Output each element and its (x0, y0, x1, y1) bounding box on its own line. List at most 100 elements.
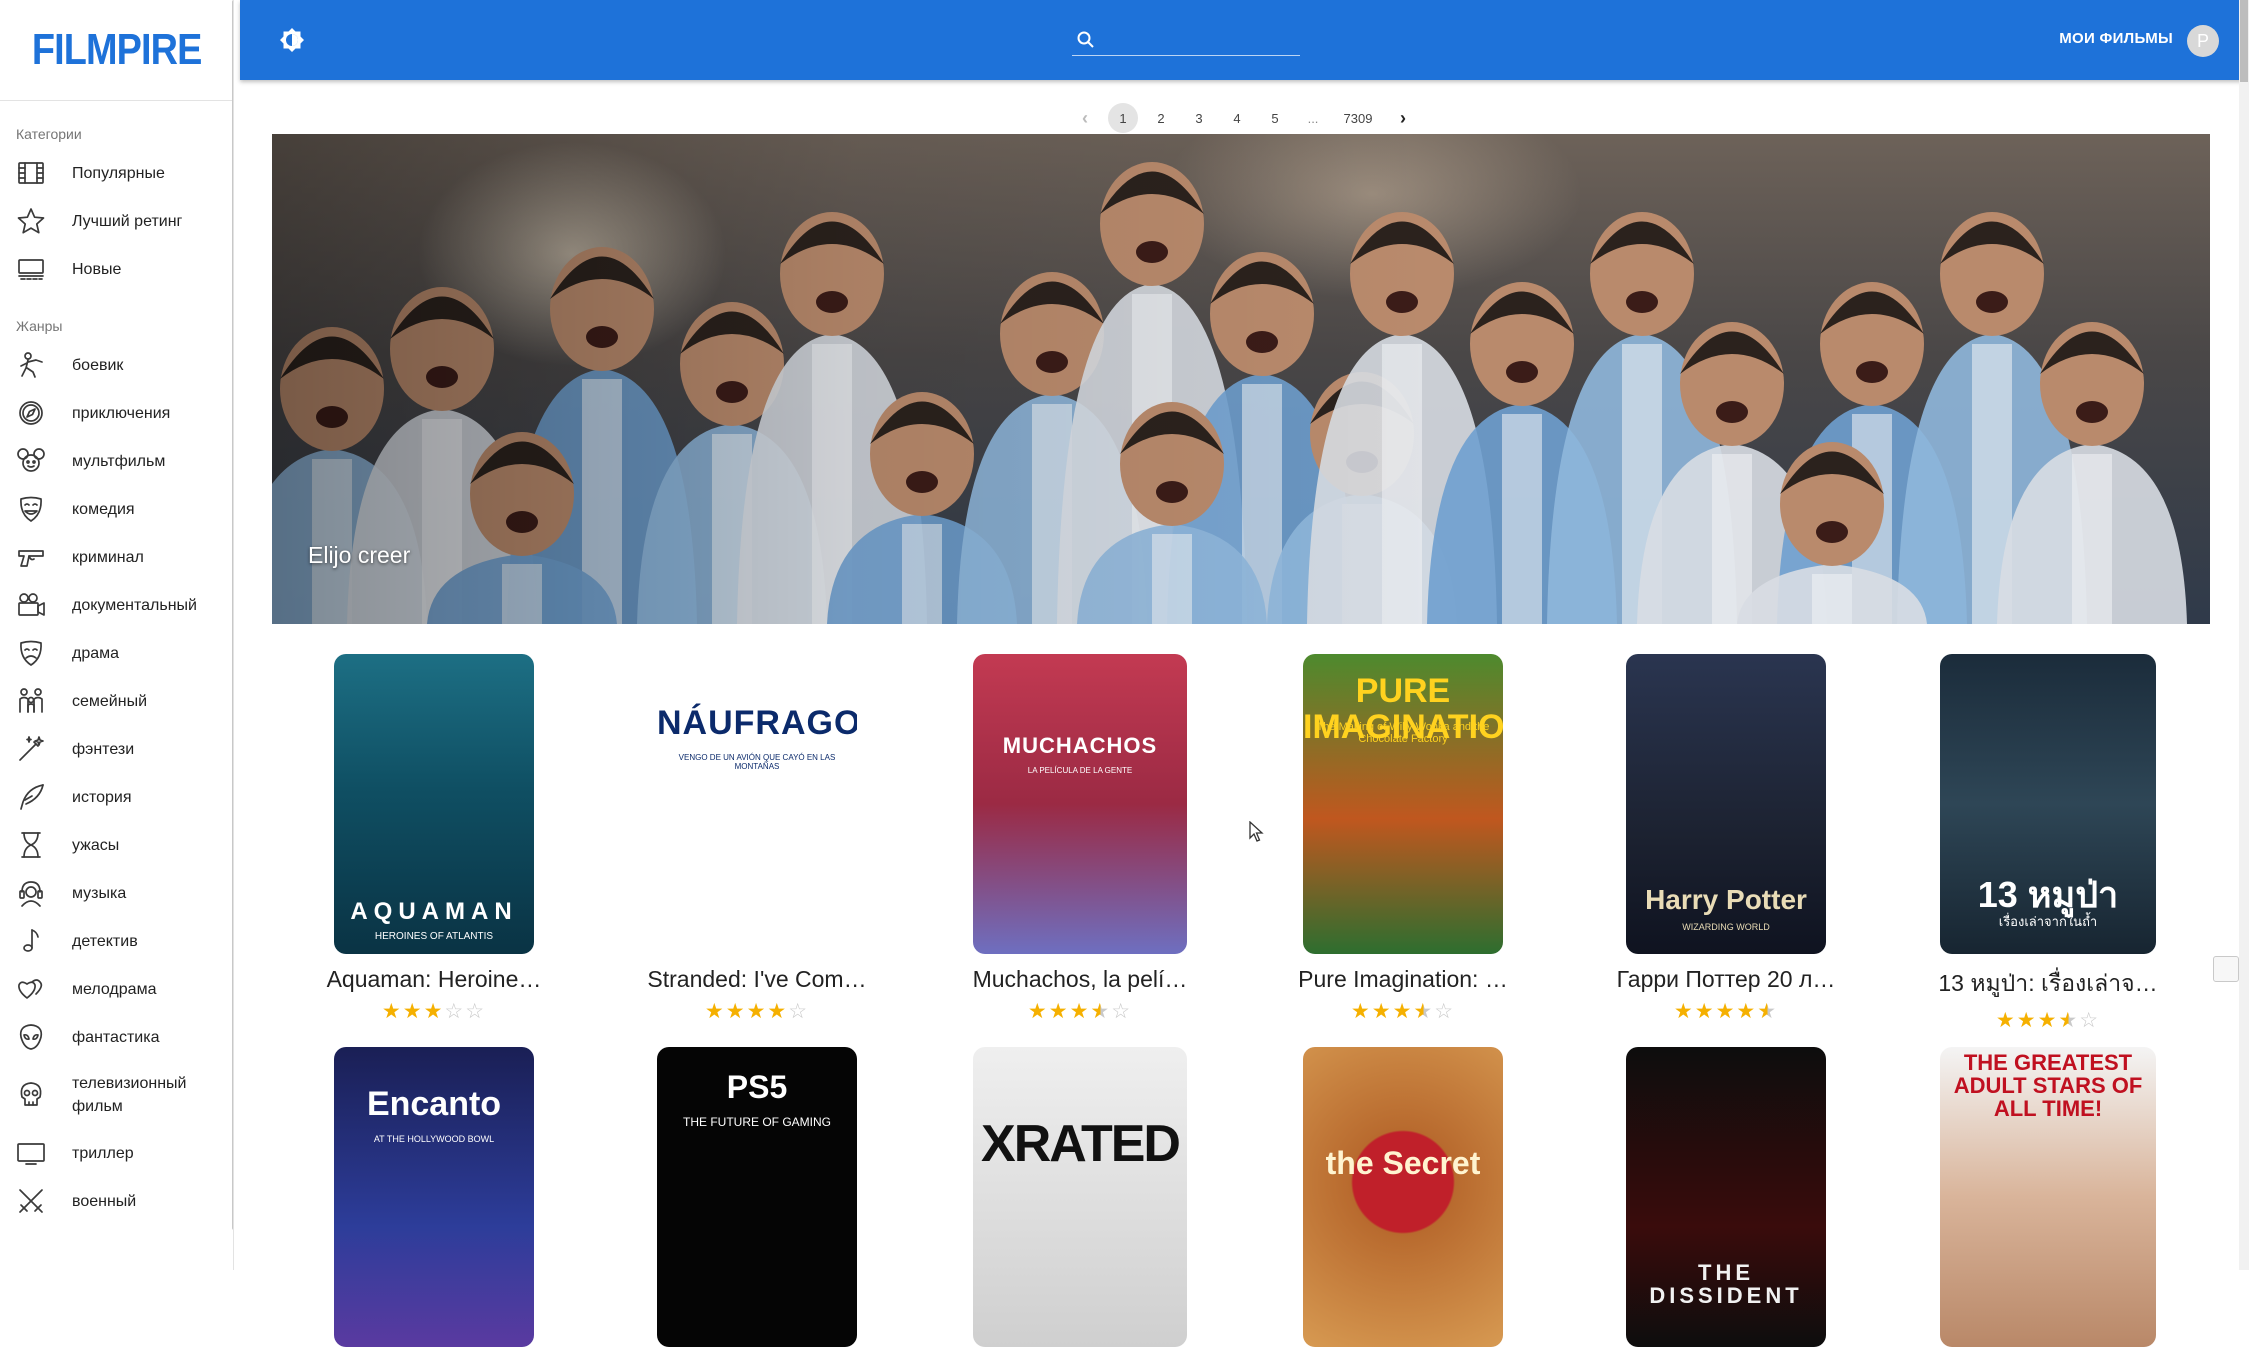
page-button[interactable]: 1 (1108, 103, 1138, 133)
sidebar-item-melodrama[interactable]: мелодрама (0, 965, 233, 1013)
sidebar-item-adventure[interactable]: приключения (0, 389, 233, 437)
movie-card[interactable]: NÁUFRAGOS VENGO DE UN AVIÓN QUE CAYÓ EN L… (607, 654, 907, 1025)
movie-poster[interactable]: XRATED (973, 1047, 1187, 1347)
next-page-button[interactable]: › (1388, 103, 1418, 133)
sidebar-item-label: Популярные (72, 164, 165, 182)
page-button[interactable]: 2 (1146, 103, 1176, 133)
poster-title: Harry Potter (1645, 883, 1807, 915)
page-scrollbar[interactable] (2239, 0, 2249, 1270)
movie-card[interactable]: XRATED (930, 1047, 1230, 1347)
mouse-cursor (1249, 821, 1264, 842)
sidebar-item-label: документальный (72, 596, 197, 614)
search-input[interactable] (1106, 26, 1296, 54)
sidebar-item-action[interactable]: боевик (0, 341, 233, 389)
sidebar-item-label: Новые (72, 260, 122, 278)
search-bar (1072, 24, 1300, 56)
page-scrollbar-thumb[interactable] (2240, 0, 2248, 82)
poster-title: PS5 (726, 1069, 788, 1105)
sidebar-item-fantasy[interactable]: фэнтези (0, 725, 233, 773)
pagination: ‹ 1 2 3 4 5 ... 7309 › (1066, 103, 1422, 133)
poster-subtitle: VENGO DE UN AVIÓN QUE CAYÓ EN LAS MONTAÑ… (678, 752, 836, 771)
sidebar-item-popular[interactable]: Популярные (0, 149, 233, 197)
movie-title[interactable]: Aquaman: Heroine… (284, 966, 584, 993)
movie-poster[interactable]: AQUAMAN HEROINES OF ATLANTIS (334, 654, 534, 954)
sidebar-item-label: военный (72, 1192, 137, 1210)
poster-title: XRATED (981, 1115, 1181, 1173)
movie-title[interactable]: Stranded: I've Com… (607, 966, 907, 993)
featured-movie-banner[interactable]: Elijo creer (272, 134, 2210, 624)
rating-star: ★ (381, 1000, 403, 1023)
movie-poster[interactable]: 13 หมูป่า เรื่องเล่าจากในถ้ำ (1940, 654, 2156, 954)
side-panel-toggle[interactable] (2213, 956, 2239, 982)
page-button[interactable]: 4 (1222, 103, 1252, 133)
sidebar-item-animation[interactable]: мультфильм (0, 437, 233, 485)
movie-card[interactable]: MUCHACHOS LA PELÍCULA DE LA GENTE Muchacho… (930, 654, 1230, 1025)
movie-card[interactable]: 13 หมูป่า เรื่องเล่าจากในถ้ำ 13 หมูป่า: เร… (1898, 654, 2198, 1034)
sidebar-item-label: семейный (72, 692, 148, 710)
movie-title[interactable]: Pure Imagination: … (1253, 966, 1553, 993)
movie-card[interactable]: AQUAMAN HEROINES OF ATLANTIS Aquaman: Hero… (284, 654, 584, 1025)
sidebar-item-top-rated[interactable]: Лучший ретинг (0, 197, 233, 245)
movie-poster[interactable]: the Secret (1303, 1047, 1503, 1347)
sidebar-item-label: музыка (72, 884, 127, 902)
sidebar-item-family[interactable]: семейный (0, 677, 233, 725)
poster-title: NÁUFRAGOS (657, 704, 857, 742)
movie-poster[interactable]: MUCHACHOS LA PELÍCULA DE LA GENTE (973, 654, 1187, 954)
my-films-button[interactable]: МОИ ФИЛЬМЫ (2059, 30, 2173, 47)
logo[interactable]: FILMPIRE (0, 0, 233, 101)
sidebar-item-comedy[interactable]: комедия (0, 485, 233, 533)
rating-star: ★ (1350, 1000, 1372, 1023)
poster-subtitle: WIZARDING WORLD (1682, 922, 1770, 932)
movie-card[interactable]: Encanto AT THE HOLLYWOOD BOWL (284, 1047, 584, 1347)
sidebar-item-thriller[interactable]: триллер (0, 1129, 233, 1177)
poster-subtitle: AT THE HOLLYWOOD BOWL (373, 1133, 495, 1144)
sidebar-item-war[interactable]: военный (0, 1177, 233, 1225)
movie-card[interactable]: THE DISSIDENT (1576, 1047, 1876, 1347)
sidebar-item-tv-movie[interactable]: телевизионный фильм (0, 1061, 233, 1129)
sidebar-item-drama[interactable]: драма (0, 629, 233, 677)
rating-star: ★ (1736, 1000, 1758, 1023)
page-button[interactable]: 5 (1260, 103, 1290, 133)
sidebar-item-label: фэнтези (72, 740, 135, 758)
poster-title: THE DISSIDENT (1649, 1259, 1803, 1308)
movie-poster[interactable]: PS5 THE FUTURE OF GAMING (657, 1047, 857, 1347)
movie-poster[interactable]: PURE IMAGINATIONThe Making of Willy Wonk… (1303, 654, 1503, 954)
movie-poster[interactable]: THE DISSIDENT (1626, 1047, 1826, 1347)
sidebar-item-horror[interactable]: ужасы (0, 821, 233, 869)
sidebar-item-crime[interactable]: криминал (0, 533, 233, 581)
movie-title[interactable]: 13 หมูป่า: เรื่องเล่าจ… (1898, 966, 2198, 1002)
movie-poster[interactable]: Harry Potter WIZARDING WORLD (1626, 654, 1826, 954)
movie-rating: ★★★★☆ (607, 999, 907, 1025)
movie-rating: ★★★☆☆ (284, 999, 584, 1025)
movie-card[interactable]: PURE IMAGINATIONThe Making of Willy Wonk… (1253, 654, 1553, 1025)
sidebar-item-history[interactable]: история (0, 773, 233, 821)
sidebar-item-scifi[interactable]: фантастика (0, 1013, 233, 1061)
movie-poster[interactable]: Encanto AT THE HOLLYWOOD BOWL (334, 1047, 534, 1347)
sidebar-item-new[interactable]: Новые (0, 245, 233, 293)
sidebar-item-detective[interactable]: детектив (0, 917, 233, 965)
movie-card[interactable]: PS5 THE FUTURE OF GAMING (607, 1047, 907, 1347)
movie-poster[interactable]: THE GREATEST ADULT STARS OF ALL TIME! (1940, 1047, 2156, 1347)
sidebar-scrollbar[interactable] (232, 0, 233, 1230)
prev-page-button[interactable]: ‹ (1070, 103, 1100, 133)
sidebar-item-label: криминал (72, 548, 144, 566)
movie-poster[interactable]: NÁUFRAGOS VENGO DE UN AVIÓN QUE CAYÓ EN L… (657, 654, 857, 954)
sidebar-item-music[interactable]: музыка (0, 869, 233, 917)
movie-title[interactable]: Гарри Поттер 20 л… (1576, 966, 1876, 993)
page-button-last[interactable]: 7309 (1336, 103, 1380, 133)
page-ellipsis: ... (1307, 110, 1319, 126)
crossed-swords-icon (15, 1185, 47, 1217)
movie-card[interactable]: Harry Potter WIZARDING WORLD Гарри Поттер … (1576, 654, 1876, 1025)
skull-icon (15, 1079, 47, 1111)
page-button[interactable]: 3 (1184, 103, 1214, 133)
rating-star: ★ (402, 1000, 424, 1023)
movie-card[interactable]: the Secret (1253, 1047, 1553, 1347)
drama-mask-icon (15, 637, 47, 669)
movie-card[interactable]: THE GREATEST ADULT STARS OF ALL TIME! (1898, 1047, 2198, 1347)
brightness-icon[interactable] (276, 24, 308, 56)
avatar[interactable]: P (2187, 25, 2219, 57)
sidebar-item-documentary[interactable]: документальный (0, 581, 233, 629)
rating-star: ★ (1694, 1000, 1716, 1023)
movie-title[interactable]: Muchachos, la pelí… (930, 966, 1230, 993)
poster-title: Encanto (366, 1085, 502, 1123)
